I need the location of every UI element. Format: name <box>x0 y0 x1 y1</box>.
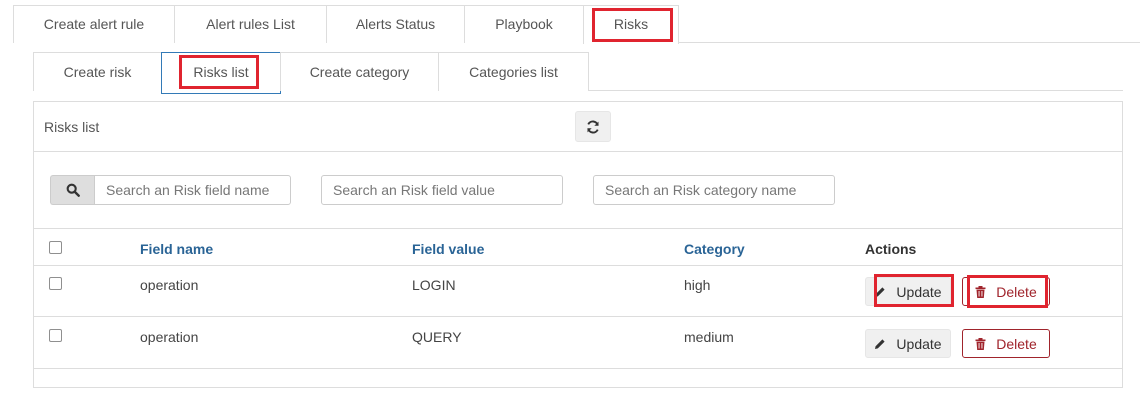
table-row: operation QUERY medium Update Delete <box>34 317 1122 369</box>
cell-field-name: operation <box>140 277 199 293</box>
pencil-icon <box>875 286 886 297</box>
column-header-actions: Actions <box>865 241 917 257</box>
panel-heading: Risks list <box>34 102 1122 152</box>
field-value-search-input[interactable] <box>321 175 563 205</box>
cell-field-value: LOGIN <box>412 277 456 293</box>
search-addon <box>50 175 94 205</box>
delete-button[interactable]: Delete <box>962 277 1050 306</box>
filter-bar <box>34 153 1122 229</box>
refresh-icon <box>587 120 599 133</box>
main-tab-bar: Create alert rule Alert rules List Alert… <box>13 5 1140 44</box>
delete-button-label: Delete <box>996 283 1037 300</box>
table-row: operation LOGIN high Update Delete <box>34 265 1122 317</box>
category-search-input[interactable] <box>593 175 835 205</box>
search-icon <box>66 183 80 197</box>
tab-alerts-status[interactable]: Alerts Status <box>326 5 465 43</box>
delete-button-label: Delete <box>996 335 1037 352</box>
tab-create-risk[interactable]: Create risk <box>33 52 162 91</box>
row-checkbox[interactable] <box>49 329 62 342</box>
table-header: Field name Field value Category Actions <box>34 230 1122 266</box>
tab-playbook[interactable]: Playbook <box>464 5 584 43</box>
cell-field-name: operation <box>140 329 199 345</box>
tab-risks-list[interactable]: Risks list <box>161 52 281 94</box>
update-button-label: Update <box>896 283 942 300</box>
cell-field-value: QUERY <box>412 329 462 345</box>
column-header-field-name[interactable]: Field name <box>140 241 213 257</box>
cell-category: medium <box>684 329 734 345</box>
sub-tab-bar: Create risk Risks list Create category C… <box>33 52 1123 94</box>
update-button[interactable]: Update <box>865 277 951 306</box>
refresh-button[interactable] <box>575 111 611 142</box>
update-button-label: Update <box>896 335 942 352</box>
panel-title: Risks list <box>44 119 100 135</box>
tab-create-category[interactable]: Create category <box>280 52 439 91</box>
trash-icon <box>975 337 986 350</box>
cell-category: high <box>684 277 711 293</box>
tab-risks[interactable]: Risks <box>583 5 679 44</box>
select-all-checkbox[interactable] <box>49 241 62 254</box>
field-name-search-group <box>50 175 291 205</box>
tab-categories-list[interactable]: Categories list <box>438 52 589 91</box>
trash-icon <box>975 285 986 298</box>
risks-panel: Risks list Field name Field v <box>33 101 1123 388</box>
update-button[interactable]: Update <box>865 329 951 358</box>
delete-button[interactable]: Delete <box>962 329 1050 358</box>
row-checkbox[interactable] <box>49 277 62 290</box>
tab-alert-rules-list[interactable]: Alert rules List <box>174 5 327 43</box>
tab-create-alert-rule[interactable]: Create alert rule <box>13 5 175 43</box>
pencil-icon <box>875 338 886 349</box>
column-header-category[interactable]: Category <box>684 241 745 257</box>
field-name-search-input[interactable] <box>94 175 291 205</box>
column-header-field-value[interactable]: Field value <box>412 241 484 257</box>
